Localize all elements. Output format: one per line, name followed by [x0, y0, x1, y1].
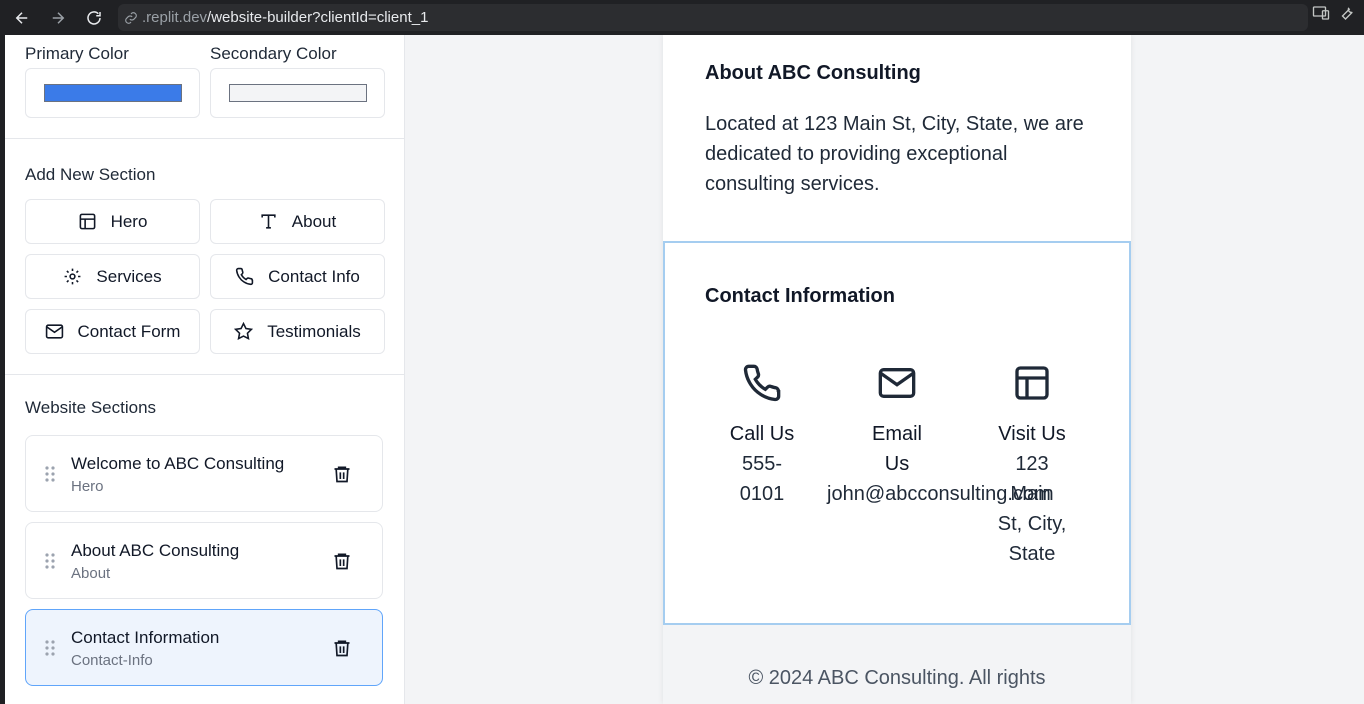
preview-footer: © 2024 ABC Consulting. All rights [663, 625, 1131, 704]
add-section-heading: Add New Section [25, 165, 156, 184]
trash-icon[interactable] [332, 550, 352, 572]
add-contact-form-button[interactable]: Contact Form [25, 309, 200, 354]
section-title: About ABC Consulting [71, 541, 240, 560]
primary-color-swatch [44, 84, 182, 102]
reload-icon [87, 10, 101, 25]
add-about-button[interactable]: About [210, 199, 385, 244]
add-contact-info-button[interactable]: Contact Info [210, 254, 385, 299]
footer-text: © 2024 ABC Consulting. All rights [748, 667, 1046, 689]
contact-item-label: Email Us [871, 423, 922, 475]
url-domain: .replit.dev [142, 9, 208, 26]
secondary-color-label: Secondary Color [210, 44, 337, 63]
section-type: Contact-Info [71, 652, 153, 669]
arrow-right-icon [52, 11, 65, 24]
contact-item-label: Visit Us [998, 423, 1066, 445]
about-text: Located at 123 Main St, City, State, we … [705, 113, 1084, 195]
trash-icon[interactable] [332, 463, 352, 485]
secondary-color-picker[interactable] [210, 68, 385, 118]
add-services-label: Services [96, 266, 162, 286]
phone-icon [236, 267, 254, 286]
mail-icon [878, 368, 916, 398]
add-testimonials-button[interactable]: Testimonials [210, 309, 385, 354]
add-hero-label: Hero [110, 211, 148, 231]
drag-handle-icon[interactable] [44, 552, 56, 570]
mail-icon [45, 324, 63, 339]
add-testimonials-label: Testimonials [267, 321, 361, 341]
gear-icon [64, 268, 81, 285]
divider [5, 138, 404, 139]
url-path: /website-builder?clientId=client_1 [207, 9, 429, 26]
address-bar[interactable]: .replit.dev/website-builder?clientId=cli… [118, 4, 1308, 31]
section-card-contact-info[interactable]: Contact Information Contact-Info [25, 609, 383, 686]
section-title: Contact Information [71, 628, 220, 647]
add-about-label: About [291, 211, 337, 231]
back-button[interactable] [8, 4, 36, 32]
section-card-hero[interactable]: Welcome to ABC Consulting Hero [25, 435, 383, 512]
contact-section[interactable]: Contact Information Call Us 555- 0101 Ema… [663, 241, 1131, 625]
add-contact-info-label: Contact Info [268, 266, 360, 286]
contact-item-value: 123 Main St, City, State [997, 453, 1067, 565]
layout-icon [1015, 366, 1049, 400]
contact-item-value: john@abcconsulting.com [827, 483, 1051, 505]
trash-icon[interactable] [332, 637, 352, 659]
section-type: About [71, 565, 111, 582]
wrench-icon[interactable] [1338, 4, 1356, 22]
primary-color-picker[interactable] [25, 68, 200, 118]
section-title: Welcome to ABC Consulting [71, 454, 285, 473]
website-preview: About ABC Consulting Located at 123 Main… [405, 35, 1364, 704]
preview-page: About ABC Consulting Located at 123 Main… [663, 35, 1131, 704]
contact-item-value: 555- 0101 [739, 453, 785, 505]
section-type: Hero [71, 478, 104, 495]
contact-item-phone: Call Us 555- 0101 [712, 363, 812, 509]
devices-icon[interactable] [1312, 4, 1330, 22]
drag-handle-icon[interactable] [44, 465, 56, 483]
phone-icon [743, 364, 781, 402]
about-title: About ABC Consulting [705, 62, 921, 84]
forward-button[interactable] [44, 4, 72, 32]
contact-title: Contact Information [705, 285, 895, 307]
star-icon [234, 322, 254, 341]
add-hero-button[interactable]: Hero [25, 199, 200, 244]
type-icon [261, 214, 276, 229]
drag-handle-icon[interactable] [44, 639, 56, 657]
contact-item-address: Visit Us 123 Main St, City, State [982, 363, 1082, 569]
contact-item-email: Email Us john@abcconsulting.com [827, 363, 1051, 509]
arrow-left-icon [15, 11, 28, 24]
add-contact-form-label: Contact Form [77, 321, 181, 341]
contact-item-label: Call Us [729, 423, 795, 445]
layout-icon [79, 213, 95, 230]
builder-sidebar: Primary Color Secondary Color Add New Se… [5, 35, 405, 704]
primary-color-label: Primary Color [25, 44, 129, 63]
divider [5, 374, 404, 375]
sections-heading: Website Sections [25, 398, 157, 417]
browser-toolbar: .replit.dev/website-builder?clientId=cli… [0, 0, 1364, 35]
reload-button[interactable] [80, 4, 108, 32]
link-icon [125, 11, 137, 24]
add-services-button[interactable]: Services [25, 254, 200, 299]
secondary-color-swatch [229, 84, 367, 102]
section-card-about[interactable]: About ABC Consulting About [25, 522, 383, 599]
